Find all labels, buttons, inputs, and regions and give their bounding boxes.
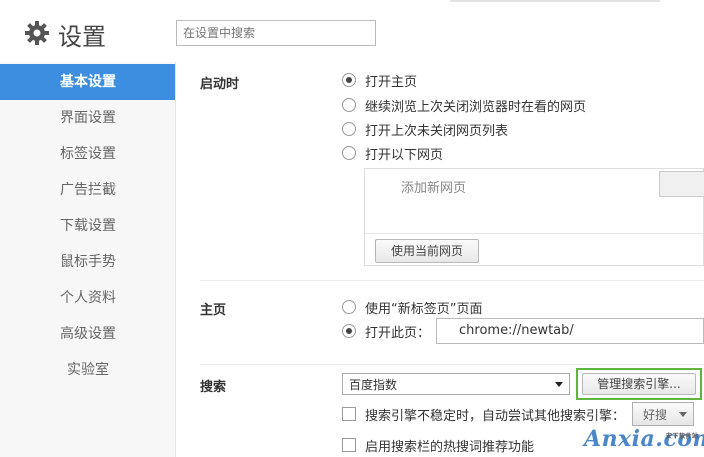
- chevron-down-icon: [555, 382, 563, 387]
- homepage-section-title: 主页: [200, 303, 227, 318]
- homepage-option-newtab[interactable]: 使用“新标签页”页面: [342, 298, 483, 317]
- sidebar-item-adblock[interactable]: 广告拦截: [0, 172, 176, 208]
- add-page-action[interactable]: [659, 171, 704, 197]
- checkbox[interactable]: [342, 407, 356, 421]
- settings-header: 设置: [0, 0, 704, 62]
- startup-option-home[interactable]: 打开主页: [342, 71, 418, 90]
- checkbox-label: 启用搜索栏的热搜词推荐功能: [365, 439, 535, 455]
- manage-search-engines-button[interactable]: 管理搜索引擎...: [582, 373, 696, 395]
- search-section-title: 搜索: [200, 380, 227, 395]
- radio-button[interactable]: [342, 324, 356, 338]
- radio-label: 打开上次未关闭网页列表: [365, 123, 509, 139]
- gear-icon: [25, 21, 49, 45]
- sidebar-item-basic[interactable]: 基本设置: [0, 64, 176, 100]
- sidebar-item-download[interactable]: 下载设置: [0, 208, 176, 244]
- use-current-pages-button[interactable]: 使用当前网页: [375, 239, 479, 263]
- homepage-url-input[interactable]: chrome://newtab/: [436, 318, 704, 344]
- settings-content: 启动时 打开主页 继续浏览上次关闭浏览器时在看的网页 打开上次未关闭网页列表 打…: [176, 62, 704, 457]
- tab-strip-edge: [450, 0, 660, 2]
- chevron-down-icon: [679, 412, 687, 417]
- radio-label: 继续浏览上次关闭浏览器时在看的网页: [365, 99, 587, 115]
- search-fallback-option[interactable]: 搜索引擎不稳定时，自动尝试其他搜索引擎：: [342, 405, 626, 424]
- section-divider: [200, 364, 704, 365]
- startup-section-title: 启动时: [200, 77, 240, 92]
- radio-label: 打开以下网页: [365, 147, 444, 163]
- page-title: 设置: [58, 23, 106, 51]
- fallback-engine-select[interactable]: 好搜: [632, 402, 694, 426]
- manage-button-highlight: 管理搜索引擎...: [576, 368, 702, 400]
- radio-button[interactable]: [342, 73, 356, 87]
- startup-option-specific-pages[interactable]: 打开以下网页: [342, 144, 444, 163]
- checkbox-label: 搜索引擎不稳定时，自动尝试其他搜索引擎：: [365, 408, 626, 424]
- radio-button[interactable]: [342, 146, 356, 160]
- startup-option-restore-list[interactable]: 打开上次未关闭网页列表: [342, 120, 509, 139]
- startup-pages-list: 添加新网页 使用当前网页: [364, 168, 704, 266]
- sidebar-item-lab[interactable]: 实验室: [0, 352, 176, 388]
- radio-label: 打开此页：: [365, 325, 431, 341]
- checkbox[interactable]: [342, 438, 356, 452]
- site-watermark-logo: Anxia.com 安下软件站: [584, 426, 704, 452]
- radio-button[interactable]: [342, 98, 356, 112]
- radio-button[interactable]: [342, 122, 356, 136]
- radio-label: 使用“新标签页”页面: [365, 301, 483, 317]
- fallback-engine-value: 好搜: [643, 408, 668, 422]
- settings-search-input[interactable]: [176, 20, 376, 46]
- radio-button[interactable]: [342, 300, 356, 314]
- add-page-input[interactable]: 添加新网页: [401, 177, 466, 196]
- radio-label: 打开主页: [365, 74, 418, 90]
- search-hotword-option[interactable]: 启用搜索栏的热搜词推荐功能: [342, 436, 535, 455]
- search-engine-select[interactable]: 百度指数: [342, 373, 570, 395]
- sidebar-item-advanced[interactable]: 高级设置: [0, 316, 176, 352]
- sidebar-item-interface[interactable]: 界面设置: [0, 100, 176, 136]
- list-divider: [365, 233, 704, 234]
- section-divider: [200, 280, 704, 281]
- sidebar-item-mouse-gesture[interactable]: 鼠标手势: [0, 244, 176, 280]
- settings-sidebar: 基本设置 界面设置 标签设置 广告拦截 下载设置 鼠标手势 个人资料 高级设置 …: [0, 62, 176, 457]
- watermark-subtext: 安下软件站: [666, 433, 699, 440]
- sidebar-item-profile[interactable]: 个人资料: [0, 280, 176, 316]
- startup-option-continue[interactable]: 继续浏览上次关闭浏览器时在看的网页: [342, 96, 587, 115]
- sidebar-item-tabs[interactable]: 标签设置: [0, 136, 176, 172]
- homepage-option-open-page[interactable]: 打开此页：: [342, 322, 431, 341]
- search-engine-value: 百度指数: [349, 378, 398, 392]
